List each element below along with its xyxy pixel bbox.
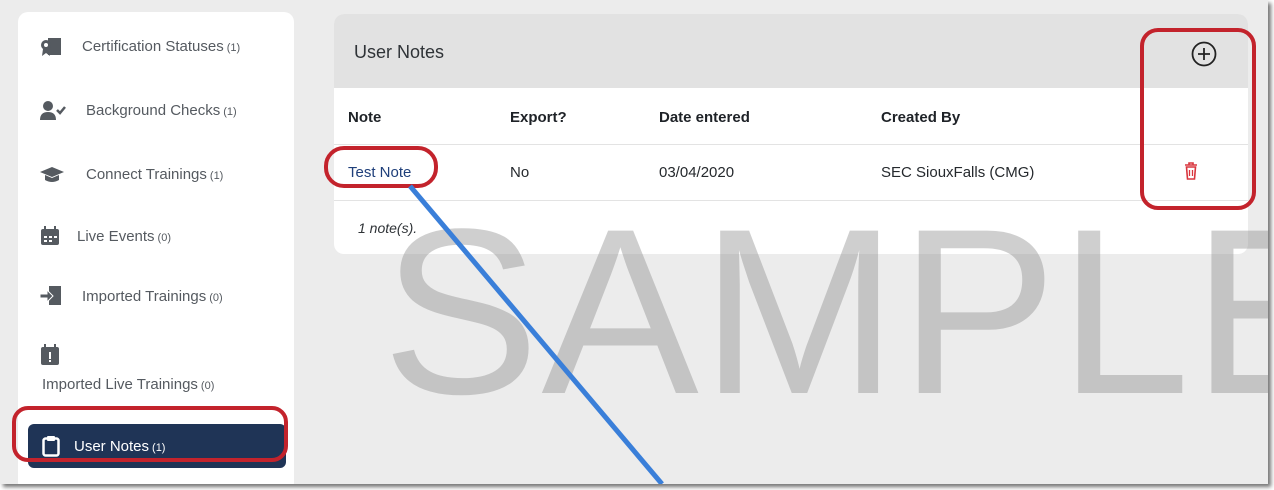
divider bbox=[334, 200, 1248, 201]
divider bbox=[334, 144, 1248, 145]
sidebar-item-label: Certification Statuses (1) bbox=[82, 38, 241, 55]
column-header-note: Note bbox=[348, 109, 382, 126]
notes-count-summary: 1 note(s). bbox=[358, 220, 418, 236]
sidebar-item-label: User Notes (1) bbox=[74, 438, 166, 455]
created-by-value: SEC SiouxFalls (CMG) bbox=[881, 164, 1035, 181]
card-title: User Notes bbox=[354, 42, 445, 62]
import-icon bbox=[39, 286, 62, 306]
sidebar-item-label: Imported Trainings (0) bbox=[82, 288, 223, 305]
column-header-created-by: Created By bbox=[881, 109, 961, 126]
sidebar-item-connect-trainings[interactable]: Connect Trainings (1) bbox=[18, 154, 294, 194]
sidebar-item-live-events[interactable]: Live Events (0) bbox=[18, 216, 294, 256]
column-header-date-entered: Date entered bbox=[659, 109, 750, 126]
date-entered-value: 03/04/2020 bbox=[659, 164, 735, 181]
certificate-icon bbox=[40, 37, 62, 57]
sidebar-item-label: Imported Live Trainings (0) bbox=[42, 376, 215, 393]
sidebar-item-certification-statuses[interactable]: Certification Statuses (1) bbox=[18, 26, 294, 66]
export-value: No bbox=[510, 164, 530, 181]
sidebar-item-background-checks[interactable]: Background Checks (1) bbox=[18, 90, 294, 130]
sidebar-item-label: Background Checks (1) bbox=[86, 102, 237, 119]
sidebar-item-label: Connect Trainings (1) bbox=[86, 166, 224, 183]
graduation-cap-icon bbox=[40, 166, 64, 186]
calendar-import-icon bbox=[40, 344, 62, 365]
user-notes-card: User Notes Note Export? Date entered Cre… bbox=[334, 14, 1248, 254]
user-check-icon bbox=[40, 101, 66, 121]
clipboard-icon bbox=[42, 435, 64, 457]
delete-note-button[interactable] bbox=[1184, 162, 1198, 180]
window-frame: Certification Statuses (1) Background Che… bbox=[0, 0, 1268, 484]
card-header: User Notes bbox=[334, 14, 1248, 88]
trash-icon bbox=[1185, 162, 1197, 180]
column-header-export: Export? bbox=[510, 109, 567, 126]
calendar-icon bbox=[40, 226, 62, 246]
note-link[interactable]: Test Note bbox=[348, 164, 411, 181]
sidebar-item-label: Live Events (0) bbox=[77, 228, 171, 245]
plus-circle-icon bbox=[1191, 41, 1217, 67]
sidebar: Certification Statuses (1) Background Che… bbox=[18, 12, 294, 484]
sidebar-item-imported-live-trainings[interactable]: Imported Live Trainings (0) bbox=[18, 338, 294, 400]
add-note-button[interactable] bbox=[1190, 40, 1218, 68]
sidebar-item-imported-trainings[interactable]: Imported Trainings (0) bbox=[18, 276, 294, 316]
sidebar-item-user-notes[interactable]: User Notes (1) bbox=[28, 424, 286, 468]
